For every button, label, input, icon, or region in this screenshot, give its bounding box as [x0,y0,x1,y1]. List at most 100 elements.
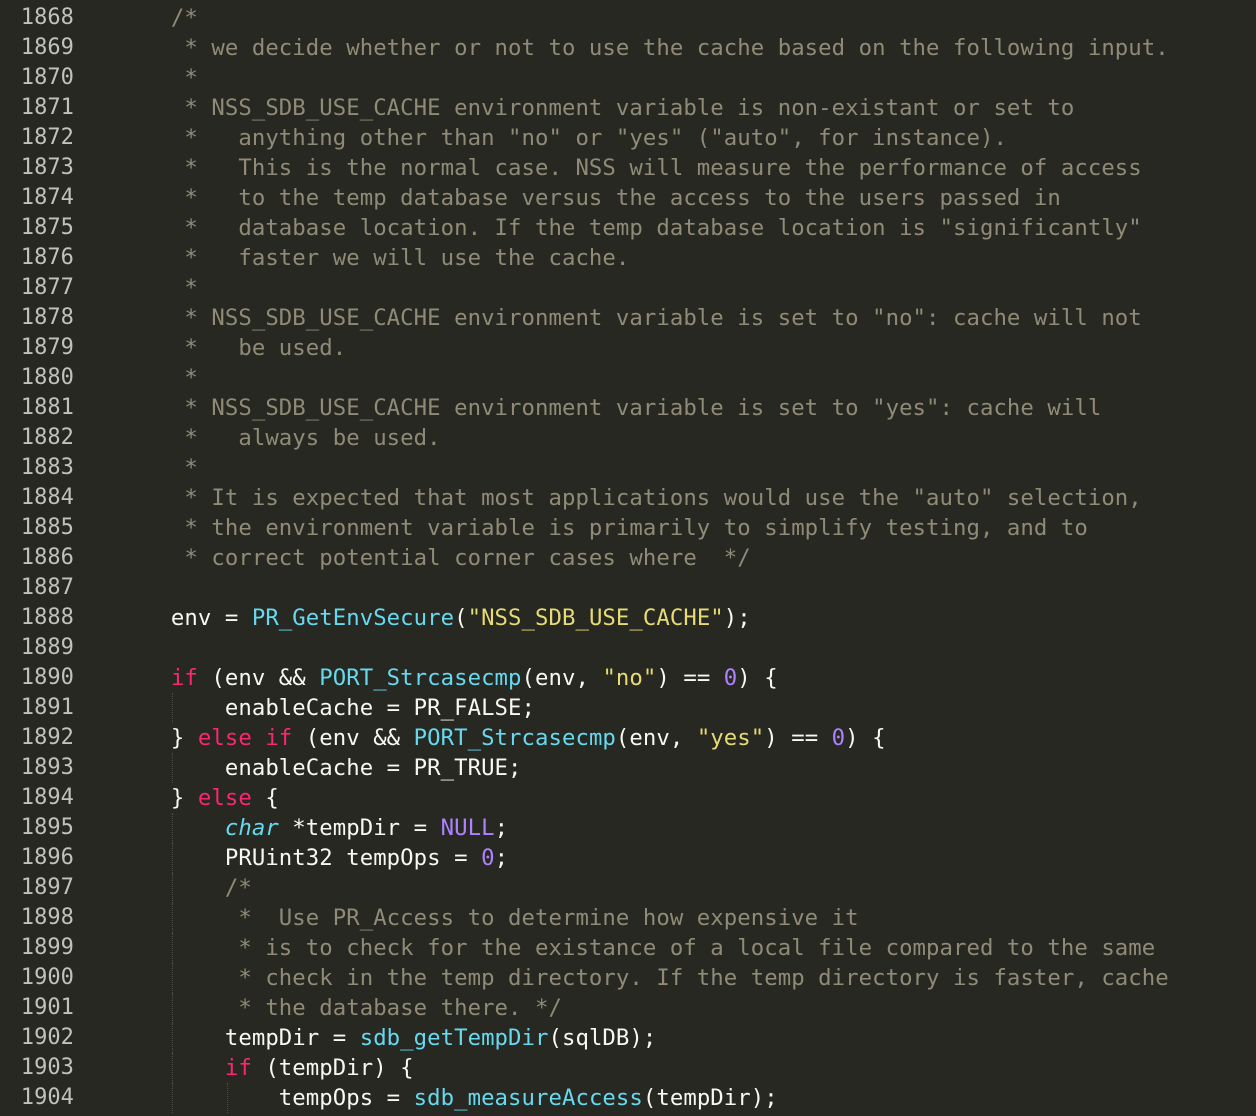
code-token: * This is the normal case. NSS will meas… [117,155,1142,181]
code-line[interactable]: 1893 enableCache = PR_TRUE; [0,753,1256,783]
line-number: 1868 [20,5,74,30]
line-code: * It is expected that most applications … [117,483,1142,513]
code-line[interactable]: 1890 if (env && PORT_Strcasecmp(env, "no… [0,663,1256,693]
line-code: * check in the temp directory. If the te… [117,963,1169,993]
code-line[interactable]: 1886 * correct potential corner cases wh… [0,543,1256,573]
code-token: 0 [723,665,738,691]
code-line[interactable]: 1881 * NSS_SDB_USE_CACHE environment var… [0,393,1256,423]
line-number: 1879 [20,335,74,360]
code-line[interactable]: 1894 } else { [0,783,1256,813]
code-token: enableCache = PR_FALSE; [117,695,535,721]
line-number: 1871 [20,95,74,120]
code-token: PRUint32 tempOps = [117,845,482,871]
line-code: enableCache = PR_FALSE; [117,693,535,723]
code-line[interactable]: 1900 * check in the temp directory. If t… [0,963,1256,993]
code-line[interactable]: 1882 * always be used. [0,423,1256,453]
line-code: * [117,453,198,483]
line-code: * This is the normal case. NSS will meas… [117,153,1142,183]
code-token: if [224,1055,252,1081]
code-token: } [117,785,198,811]
code-line[interactable]: 1878 * NSS_SDB_USE_CACHE environment var… [0,303,1256,333]
code-line[interactable]: 1883 * [0,453,1256,483]
code-line[interactable]: 1875 * database location. If the temp da… [0,213,1256,243]
code-line[interactable]: 1892 } else if (env && PORT_Strcasecmp(e… [0,723,1256,753]
code-line[interactable]: 1870 * [0,63,1256,93]
code-token: /* [117,875,252,901]
code-token: PORT_Strcasecmp [319,665,522,691]
line-number: 1900 [20,965,74,990]
code-line[interactable]: 1887 [0,573,1256,603]
code-token: * is to check for the existance of a loc… [117,935,1156,961]
code-line[interactable]: 1895 char *tempDir = NULL; [0,813,1256,843]
code-line[interactable]: 1903 if (tempDir) { [0,1053,1256,1083]
code-token: * [117,65,198,91]
code-token: tempOps = [117,1085,414,1111]
code-line[interactable]: 1889 [0,633,1256,663]
code-line[interactable]: 1885 * the environment variable is prima… [0,513,1256,543]
code-token: ; [494,845,509,871]
line-number: 1893 [20,755,74,780]
code-line[interactable]: 1884 * It is expected that most applicat… [0,483,1256,513]
code-line[interactable]: 1902 tempDir = sdb_getTempDir(sqlDB); [0,1023,1256,1053]
line-number: 1876 [20,245,74,270]
code-line[interactable]: 1874 * to the temp database versus the a… [0,183,1256,213]
code-line[interactable]: 1873 * This is the normal case. NSS will… [0,153,1256,183]
code-token: * database location. If the temp databas… [117,215,1142,241]
code-token: * It is expected that most applications … [117,485,1142,511]
line-code: * always be used. [117,423,441,453]
code-token: (env && [197,665,320,691]
code-line[interactable]: 1904 tempOps = sdb_measureAccess(tempDir… [0,1083,1256,1113]
line-number: 1870 [20,65,74,90]
line-code: /* [117,3,198,33]
code-token: if [170,665,198,691]
code-token: * be used. [117,335,347,361]
line-code: * NSS_SDB_USE_CACHE environment variable… [117,303,1142,333]
code-line[interactable]: 1877 * [0,273,1256,303]
code-token: ) { [845,725,886,751]
code-line[interactable]: 1897 /* [0,873,1256,903]
code-token: PR_GetEnvSecure [251,605,455,631]
line-code: } else if (env && PORT_Strcasecmp(env, "… [117,723,886,753]
line-number: 1880 [20,365,74,390]
code-line[interactable]: 1869 * we decide whether or not to use t… [0,33,1256,63]
line-number: 1886 [20,545,74,570]
line-number: 1898 [20,905,74,930]
code-token: * [117,275,198,301]
line-number: 1881 [20,395,74,420]
code-token: * the environment variable is primarily … [117,515,1088,541]
line-number: 1895 [20,815,74,840]
line-number: 1885 [20,515,74,540]
line-number: 1894 [20,785,74,810]
code-line[interactable]: 1868 /* [0,3,1256,33]
code-token: * [117,365,198,391]
code-line[interactable]: 1872 * anything other than "no" or "yes"… [0,123,1256,153]
line-number: 1902 [20,1025,74,1050]
code-token: else [197,785,252,811]
line-number: 1903 [20,1055,74,1080]
code-line[interactable]: 1898 * Use PR_Access to determine how ex… [0,903,1256,933]
code-token: (sqlDB); [548,1025,657,1051]
code-token: "no" [602,665,657,691]
code-token: sdb_getTempDir [359,1025,549,1051]
code-line[interactable]: 1891 enableCache = PR_FALSE; [0,693,1256,723]
line-code: * the environment variable is primarily … [117,513,1088,543]
code-token: (env && [292,725,414,751]
code-line[interactable]: 1901 * the database there. */ [0,993,1256,1023]
code-line[interactable]: 1896 PRUint32 tempOps = 0; [0,843,1256,873]
code-token: (tempDir) { [251,1055,414,1081]
code-line[interactable]: 1871 * NSS_SDB_USE_CACHE environment var… [0,93,1256,123]
line-number: 1892 [20,725,74,750]
code-editor[interactable]: 1868 /* 1869 * we decide whether or not t… [0,0,1256,1116]
code-token: NULL [440,815,495,841]
line-code: if (tempDir) { [117,1053,414,1083]
code-line[interactable]: 1899 * is to check for the existance of … [0,933,1256,963]
code-line[interactable]: 1888 env = PR_GetEnvSecure("NSS_SDB_USE_… [0,603,1256,633]
code-token: (env, [521,665,603,691]
code-token: char [224,815,279,841]
line-code: * correct potential corner cases where *… [117,543,751,573]
code-line[interactable]: 1876 * faster we will use the cache. [0,243,1256,273]
code-line[interactable]: 1879 * be used. [0,333,1256,363]
code-line[interactable]: 1880 * [0,363,1256,393]
